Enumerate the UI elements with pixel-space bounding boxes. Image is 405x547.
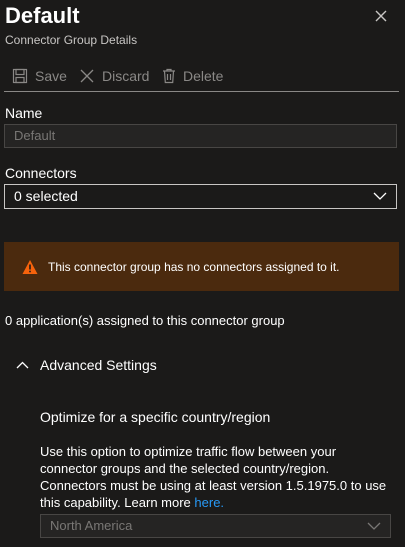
discard-icon xyxy=(80,69,94,83)
discard-button[interactable]: Discard xyxy=(79,62,149,90)
connectors-dropdown[interactable]: 0 selected xyxy=(4,184,397,209)
chevron-down-icon xyxy=(373,192,387,200)
region-selected-value: North America xyxy=(50,518,133,533)
chevron-up-icon xyxy=(16,361,29,369)
advanced-settings-toggle[interactable]: Advanced Settings xyxy=(16,357,157,373)
toolbar: Save Discard Delete xyxy=(0,62,405,90)
optimize-region-description: Use this option to optimize traffic flow… xyxy=(40,443,390,511)
trash-icon xyxy=(163,68,175,84)
discard-label: Discard xyxy=(102,68,150,84)
save-label: Save xyxy=(35,68,67,84)
optimize-region-title: Optimize for a specific country/region xyxy=(40,409,271,425)
connectors-selected-value: 0 selected xyxy=(14,188,78,204)
page-subtitle: Connector Group Details xyxy=(5,33,138,47)
chevron-down-icon xyxy=(367,522,381,530)
close-icon[interactable] xyxy=(373,8,389,24)
assigned-apps-text: 0 application(s) assigned to this connec… xyxy=(5,313,285,328)
delete-button[interactable]: Delete xyxy=(162,62,223,90)
connectors-label: Connectors xyxy=(5,165,77,181)
advanced-settings-label: Advanced Settings xyxy=(40,357,157,373)
name-label: Name xyxy=(5,105,43,121)
warning-text: This connector group has no connectors a… xyxy=(48,259,340,274)
warning-icon xyxy=(22,259,38,274)
page-title: Default xyxy=(5,3,80,28)
learn-more-link[interactable]: here. xyxy=(194,495,224,510)
toolbar-divider xyxy=(4,91,399,92)
delete-label: Delete xyxy=(183,68,224,84)
name-input: Default xyxy=(4,124,397,148)
save-icon xyxy=(12,68,28,84)
region-dropdown: North America xyxy=(40,514,391,538)
warning-banner: This connector group has no connectors a… xyxy=(4,242,399,291)
save-button[interactable]: Save xyxy=(12,62,67,90)
